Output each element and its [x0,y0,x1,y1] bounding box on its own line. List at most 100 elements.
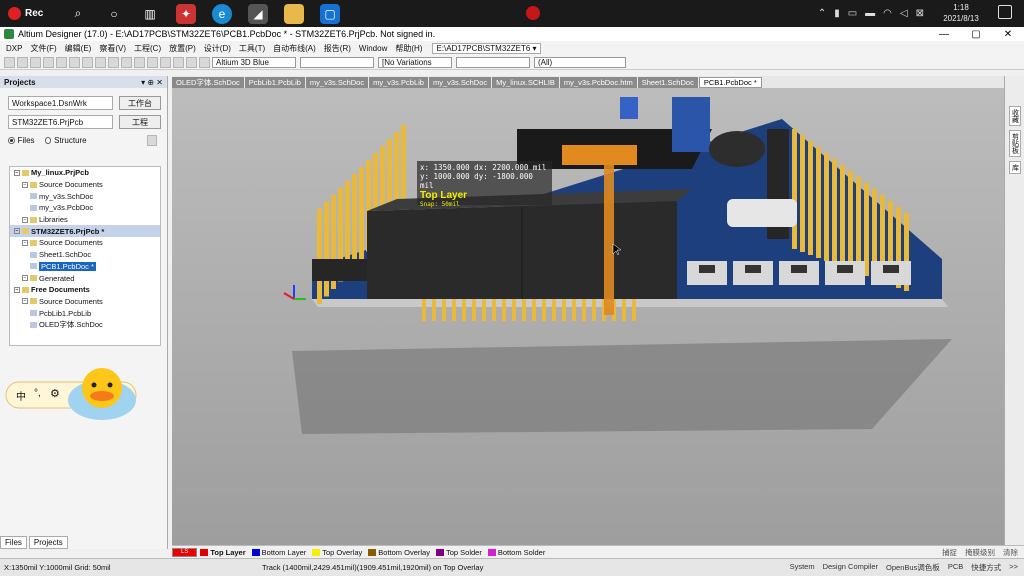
document-tab[interactable]: my_v3s.SchDoc [305,76,369,88]
paste-icon[interactable] [95,56,106,68]
filter-select[interactable]: (All) [534,56,626,68]
print-icon[interactable] [43,56,54,68]
document-tab[interactable]: PcbLib1.PcbLib [244,76,305,88]
cross-probe-icon[interactable] [147,56,158,68]
edge-browser-icon[interactable]: e [212,3,232,24]
tree-item[interactable]: Sheet1.SchDoc [10,249,160,261]
menu-tools[interactable]: 工具(T) [239,43,265,54]
layer-set-select[interactable] [300,56,374,68]
projects-tab[interactable]: Projects [28,536,68,549]
tree-item[interactable]: − Source Documents [10,179,160,191]
project-field[interactable]: STM32ZET6.PrjPcb [8,115,113,129]
variations-select[interactable]: [No Variations [378,56,452,68]
expand-toggle-icon[interactable]: − [22,275,28,282]
menu-autoroute[interactable]: 自动布线(A) [273,43,316,54]
network-icon[interactable]: ▭ [848,8,857,19]
menu-project[interactable]: 工程(C) [134,43,161,54]
zoom-area-icon[interactable] [69,56,80,68]
menu-place[interactable]: 放置(P) [169,43,196,54]
expand-toggle-icon[interactable]: − [22,216,28,223]
expand-toggle-icon[interactable]: − [14,169,20,176]
deselect-icon[interactable] [134,56,145,68]
tree-item[interactable]: my_v3s.PcbDoc [10,202,160,214]
workspace-button[interactable]: 工作台 [119,96,161,110]
microphone-icon[interactable]: ▮ [834,8,840,19]
menu-view[interactable]: 察看(V) [99,43,126,54]
recording-stop-icon[interactable] [526,6,540,20]
tree-item[interactable]: − STM32ZET6.PrjPcb * [10,225,160,238]
expand-toggle-icon[interactable]: − [22,239,28,246]
project-button[interactable]: 工程 [119,115,161,129]
tree-item[interactable]: my_v3s.SchDoc [10,190,160,202]
menu-dxp[interactable]: DXP [6,44,22,53]
copy-icon[interactable] [82,56,93,68]
status-more[interactable]: >> [1009,562,1018,573]
layer-tab[interactable]: Bottom Solder [487,548,545,557]
status-pcb[interactable]: PCB [948,562,963,573]
status-design-compiler[interactable]: Design Compiler [823,562,878,573]
ime-punct-icon[interactable]: °, [34,388,41,399]
status-openbus[interactable]: OpenBus调色板 [886,562,940,573]
volume-icon[interactable]: ◁ [900,8,908,19]
document-tab[interactable]: PCB1.PcbDoc * [698,76,762,88]
tree-item[interactable]: OLED字体.SchDoc [10,319,160,331]
record-indicator[interactable]: Rec [8,7,60,20]
minimize-button[interactable]: — [928,27,960,41]
structure-radio[interactable] [44,137,52,144]
document-tab[interactable]: my_v3s.PcbDoc.htm [559,76,637,88]
libraries-panel-tab[interactable]: 库 [1008,161,1021,174]
layer-tab[interactable]: Top Solder [435,548,482,557]
tree-item[interactable]: − Source Documents [10,296,160,308]
tree-item[interactable]: − My_linux.PrjPcb [10,167,160,179]
ime-settings-icon[interactable]: ⚙ [50,387,60,400]
system-clock[interactable]: 1:18 2021/8/13 [936,2,986,24]
expand-toggle-icon[interactable]: − [14,286,20,293]
expand-toggle-icon[interactable]: − [14,228,20,235]
document-tab[interactable]: Sheet1.SchDoc [637,76,698,88]
status-system[interactable]: System [790,562,815,573]
task-view-icon[interactable]: ▥ [140,4,160,24]
redo-icon[interactable] [173,56,184,68]
wifi-icon[interactable]: ◠ [883,8,892,19]
move-icon[interactable] [121,56,132,68]
app-launcher-icon[interactable]: ✦ [176,3,196,24]
battery-icon[interactable]: ▬ [865,8,875,19]
rules-icon[interactable] [199,56,210,68]
layerbar-control[interactable]: 掩膜级别 [965,547,995,558]
tree-item[interactable]: − Free Documents [10,284,160,296]
undo-icon[interactable] [160,56,171,68]
project-path-field[interactable]: E:\AD17PCB\STM32ZET6 ▾ [432,42,541,54]
document-tab[interactable]: My_linux.SCHLIB [492,76,559,88]
expand-toggle-icon[interactable]: − [22,181,28,188]
layer-tab[interactable]: Top Layer [200,548,246,557]
input-method-icon[interactable]: ⊠ [916,8,924,19]
panel-controls-icon[interactable]: ▾ ⊕ ✕ [141,78,163,87]
document-tab[interactable]: my_v3s.SchDoc [428,76,492,88]
close-button[interactable]: ✕ [992,27,1024,41]
tree-item[interactable]: − Generated [10,272,160,284]
highlight-icon[interactable] [186,56,197,68]
tree-item[interactable]: − Libraries [10,214,160,226]
menu-window[interactable]: Window [359,44,387,53]
maximize-button[interactable]: ▢ [960,27,992,41]
layer-set-toggle[interactable]: LS [172,547,198,557]
document-tab[interactable]: my_v3s.PcbLib [369,76,428,88]
clipboard-panel-tab[interactable]: 剪贴板 [1008,130,1021,157]
document-tab[interactable]: OLED字体.SchDoc [172,76,244,88]
expand-toggle-icon[interactable]: − [22,298,28,305]
select-icon[interactable] [108,56,119,68]
files-radio[interactable] [8,137,15,144]
search-icon[interactable]: ⌕ [68,4,88,24]
cortana-icon[interactable]: ○ [104,4,124,24]
blue-app-icon[interactable]: ▢ [320,3,340,24]
menu-edit[interactable]: 编辑(E) [65,43,92,54]
menu-file[interactable]: 文件(F) [30,43,56,54]
new-document-icon[interactable] [4,56,15,68]
refresh-tree-icon[interactable] [146,135,157,146]
layerbar-control[interactable]: 清除 [1003,547,1018,558]
class-select[interactable] [456,56,530,68]
files-tab[interactable]: Files [0,536,27,549]
menu-design[interactable]: 设计(D) [204,43,231,54]
menu-reports[interactable]: 报告(R) [324,43,351,54]
status-shortcuts[interactable]: 快捷方式 [971,562,1001,573]
